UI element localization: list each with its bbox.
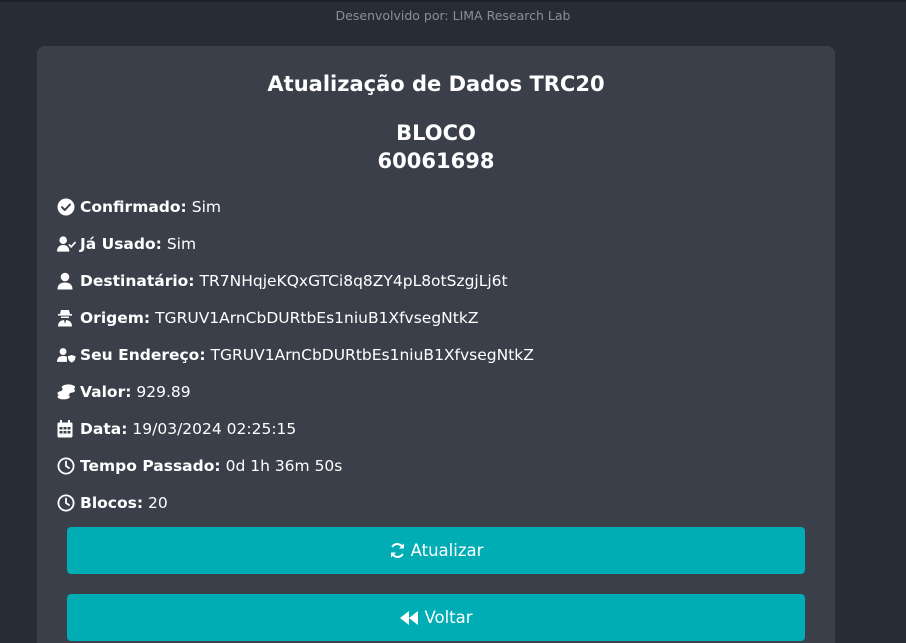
detail-label: Destinatário:	[80, 272, 195, 290]
detail-value: TR7NHqjeKQxGTCi8q8ZY4pL8otSzgjLj6t	[199, 272, 508, 290]
page: Desenvolvido por: LIMA Research Lab Atua…	[0, 0, 906, 643]
detail-label: Blocos:	[80, 494, 144, 512]
detail-label: Data:	[80, 420, 128, 438]
detail-origin: Origem: TGRUV1ArnCbDURtbEs1niuB1XfvsegNt…	[57, 307, 478, 329]
backward-icon	[399, 610, 419, 626]
block-number: 60061698	[377, 149, 495, 173]
detail-value: Sim	[166, 235, 197, 253]
detail-used: Já Usado: Sim	[57, 233, 196, 255]
back-button[interactable]: Voltar	[67, 594, 805, 641]
detail-label: Tempo Passado:	[80, 457, 221, 475]
sync-icon	[389, 542, 406, 559]
user-check-icon	[57, 235, 76, 253]
detail-value: 929.89	[136, 383, 191, 401]
clock-icon	[57, 457, 76, 475]
check-circle-icon	[57, 198, 76, 216]
page-title: Atualização de Dados TRC20	[267, 72, 605, 96]
detail-label: Já Usado:	[80, 235, 162, 253]
detail-label: Seu Endereço:	[80, 346, 206, 364]
detail-recipient: Destinatário: TR7NHqjeKQxGTCi8q8ZY4pL8ot…	[57, 270, 508, 292]
block-label: BLOCO	[396, 121, 476, 145]
detail-value: Sim	[191, 198, 221, 216]
calendar-icon	[57, 420, 76, 438]
detail-date: Data: 19/03/2024 02:25:15	[57, 418, 296, 440]
detail-label: Origem:	[80, 309, 151, 327]
detail-address: Seu Endereço: TGRUV1ArnCbDURtbEs1niuB1Xf…	[57, 344, 534, 366]
refresh-button[interactable]: Atualizar	[67, 527, 805, 574]
detail-confirmed: Confirmado: Sim	[57, 196, 221, 218]
user-shield-icon	[57, 346, 76, 364]
user-icon	[57, 272, 76, 290]
detail-elapsed: Tempo Passado: 0d 1h 36m 50s	[57, 455, 342, 477]
update-card: Atualização de Dados TRC20 BLOCO 6006169…	[37, 46, 835, 643]
detail-label: Valor:	[80, 383, 132, 401]
detail-value: TGRUV1ArnCbDURtbEs1niuB1XfvsegNtkZ	[155, 309, 479, 327]
coins-icon	[57, 383, 76, 401]
detail-value: 20	[148, 494, 168, 512]
refresh-button-label: Atualizar	[410, 541, 484, 560]
detail-value: 19/03/2024 02:25:15	[132, 420, 297, 438]
detail-amount: Valor: 929.89	[57, 381, 191, 403]
detail-label: Confirmado:	[80, 198, 187, 216]
detail-value: TGRUV1ArnCbDURtbEs1niuB1XfvsegNtkZ	[210, 346, 534, 364]
clock-icon	[57, 494, 76, 512]
back-button-label: Voltar	[424, 608, 473, 627]
developer-credit: Desenvolvido por: LIMA Research Lab	[335, 8, 571, 23]
detail-blocks: Blocos: 20	[57, 492, 168, 514]
user-secret-icon	[57, 309, 76, 327]
detail-value: 0d 1h 36m 50s	[225, 457, 343, 475]
